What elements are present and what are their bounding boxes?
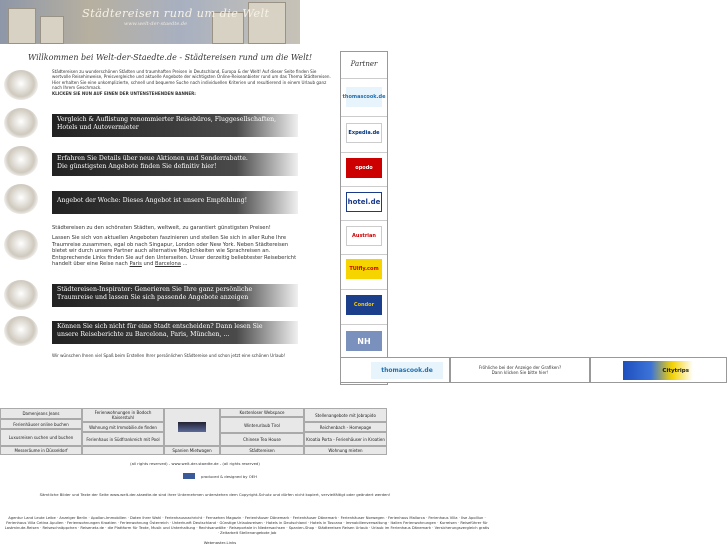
promo-right[interactable]: Citytrips	[590, 357, 727, 383]
promo-left[interactable]: thomascook.de	[340, 357, 450, 383]
banner-aktionen[interactable]: Erfahren Sie Details über neue Aktionen …	[52, 153, 298, 176]
banner-line: Vergleich & Auflistung renommierter Reis…	[57, 116, 277, 123]
left-thumbnails	[0, 48, 46, 380]
thomascook-promo-logo[interactable]: thomascook.de	[371, 362, 443, 379]
copyright-text: Sämtliche Bilder und Texte der Seite www…	[39, 492, 391, 497]
opodo-logo[interactable]: opodo	[346, 158, 382, 178]
grid-empty-cell	[82, 446, 164, 455]
grid-link[interactable]: Damenjeans Jeans	[0, 408, 82, 419]
grid-image-cell[interactable]	[164, 408, 220, 446]
thomascook-logo[interactable]: thomascook.de	[343, 87, 386, 107]
grid-link[interactable]: Ferienhäuser online buchen	[0, 419, 82, 429]
tuifly-logo[interactable]: TUIfly.com	[346, 259, 382, 279]
banner-line: Hotels und Autovermieter	[57, 124, 139, 131]
grid-link[interactable]: Stellenangebote mit Jobrapido	[304, 408, 387, 422]
banner-line: Angebot der Woche: Dieses Angebot ist un…	[57, 197, 248, 204]
grid-link[interactable]: Wohnung mieten	[304, 446, 387, 455]
citytrips-logo[interactable]: Citytrips	[623, 361, 693, 380]
site-subtitle: www.welt-der-staedte.de	[124, 21, 188, 27]
city-thumbnail	[4, 230, 38, 260]
webmaster-links[interactable]: Webmaster-Links	[180, 540, 260, 545]
grid-link[interactable]: Winterurlaub Tirol	[220, 417, 304, 433]
city-thumbnail	[4, 108, 38, 138]
hotel-de-logo[interactable]: hotel.de	[346, 192, 382, 212]
grid-link[interactable]: Wohnung mit Immobilie.de finden	[82, 422, 164, 432]
mid-and: und	[143, 261, 154, 268]
building-image	[8, 8, 36, 44]
rights-text: (all rights reserved) - www.welt-der-sta…	[130, 461, 260, 466]
city-thumbnail	[4, 146, 38, 176]
grid-link[interactable]: Städtereisen	[220, 446, 304, 455]
grid-link[interactable]: Ferienwohnungen in Bodoch Kaiserstuhl	[82, 408, 164, 422]
austrian-logo[interactable]: Austrian	[346, 226, 382, 246]
grid-link[interactable]: Messeräume in Düsseldorf	[0, 446, 82, 455]
grid-link[interactable]: Kostenloser Webspace	[220, 408, 304, 417]
site-title: Städtereisen rund um die Welt	[82, 6, 270, 20]
mid-text: Städtereisen zu den schönsten Städten, w…	[52, 225, 298, 267]
banner-angebot[interactable]: Angebot der Woche: Dieses Angebot ist un…	[52, 191, 298, 214]
city-thumbnail	[4, 280, 38, 310]
banner-vergleich[interactable]: Vergleich & Auflistung renommierter Reis…	[52, 114, 298, 137]
paris-link[interactable]: Paris	[130, 261, 142, 267]
oeh-logo-icon	[183, 473, 196, 479]
banner-line: Können Sie sich nicht für eine Stadt ent…	[57, 323, 263, 330]
grid-link[interactable]: Chinese Tea House	[220, 433, 304, 446]
grid-link[interactable]: Spanien Mietwagen	[164, 446, 220, 455]
grid-link[interactable]: Ferienhaus in Südfrankreich mit Pool	[82, 432, 164, 446]
mid-headline: Städtereisen zu den schönsten Städten, w…	[52, 225, 271, 231]
intro-instruction: KLICKEN SIE NUN AUF EINEN DER UNTENSTEHE…	[52, 90, 196, 96]
city-thumbnail	[4, 316, 38, 346]
banner-inspirator[interactable]: Städtereisen-Inspirator: Generieren Sie …	[52, 284, 298, 307]
partner-title: Partner	[350, 60, 378, 68]
expedia-logo[interactable]: Expedia.de	[346, 123, 382, 143]
mid-end: ...	[182, 261, 188, 268]
banner-line: Städtereisen-Inspirator: Generieren Sie …	[57, 286, 253, 293]
building-image	[40, 16, 64, 44]
city-thumbnail	[4, 70, 38, 100]
banner-line: Die günstigsten Angebote finden Sie defi…	[57, 163, 217, 170]
produced-by: produced & designed by OEH	[160, 473, 280, 479]
nh-logo[interactable]: NH	[346, 331, 382, 351]
banner-reiseberichte[interactable]: Können Sie sich nicht für eine Stadt ent…	[52, 321, 298, 344]
banner-line: Traumreise und lassen Sie sich passende …	[57, 294, 249, 301]
produced-text: produced & designed by OEH	[201, 473, 257, 479]
closing-text: Wir wünschen Ihnen viel Spaß beim Erstel…	[52, 353, 286, 358]
intro-text: Städtereisen zu wunderschönen Städten un…	[52, 69, 332, 96]
intro-paragraph: Städtereisen zu wunderschönen Städten un…	[52, 69, 331, 91]
promo-middle-text[interactable]: Fröhliche bei der Anzeige der Grafiken? …	[450, 357, 590, 383]
banner-line: Erfahren Sie Details über neue Aktionen …	[57, 155, 248, 162]
banner-line: unsere Reiseberichte zu Barcelona, Paris…	[57, 331, 230, 338]
footer-links[interactable]: Agentur Land Leute Leibe · Anzeiger Berl…	[4, 516, 490, 536]
welcome-heading: Willkommen bei Welt-der-Staedte.de - Stä…	[28, 53, 313, 62]
grid-link[interactable]: Reichenbach - Homepage	[304, 422, 387, 432]
header-banner: Städtereisen rund um die Welt www.welt-d…	[0, 0, 300, 44]
barcelona-link[interactable]: Barcelona	[155, 261, 181, 267]
grid-link[interactable]: Luxusreisen suchen und buchen	[0, 429, 82, 446]
condor-logo[interactable]: Condor	[346, 295, 382, 315]
city-night-image[interactable]	[178, 422, 206, 432]
partner-column: Partner thomascook.de Expedia.de opodo h…	[340, 51, 388, 385]
city-thumbnail	[4, 184, 38, 214]
grid-link[interactable]: Kroatia Porta - Ferienhäuser in Kroatien	[304, 432, 387, 446]
